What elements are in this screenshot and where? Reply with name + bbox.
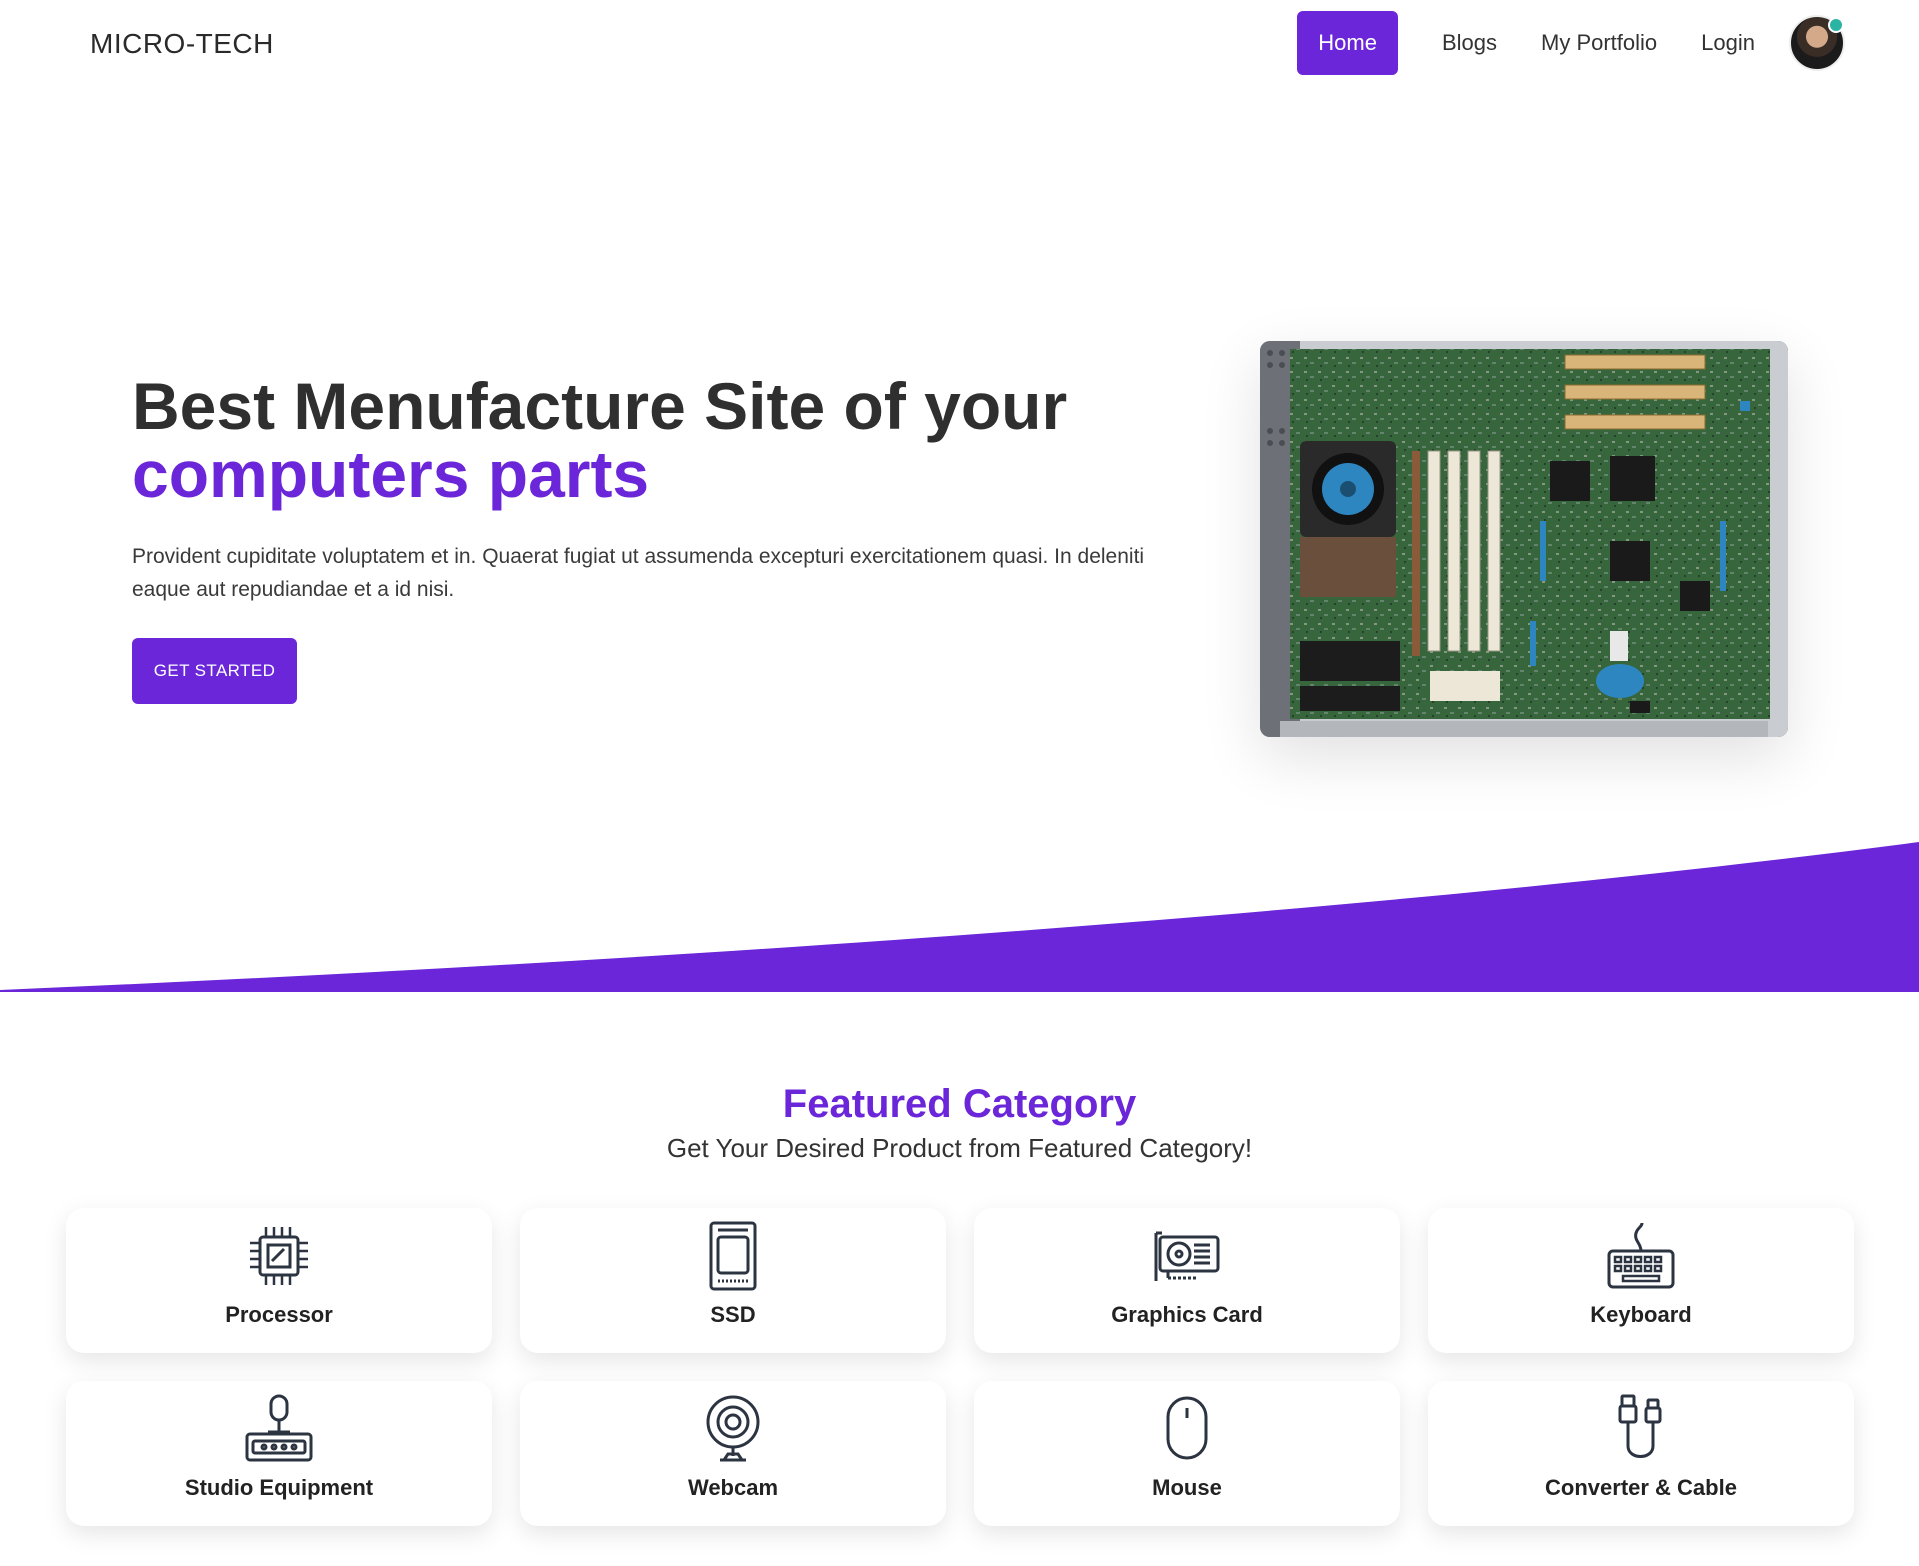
hero-title-highlight: computers parts [132, 437, 650, 511]
hero-title-line1: Best Menufacture Site of your [132, 369, 1068, 443]
category-label: Processor [225, 1302, 333, 1327]
featured-title: Featured Category [782, 1082, 1137, 1126]
nav-home-link[interactable]: Home [1297, 11, 1398, 75]
navbar: MICRO-TECH Home Blogs My Portfolio Login [0, 0, 1919, 92]
category-label: SSD [710, 1302, 756, 1327]
category-label: Graphics Card [1111, 1302, 1263, 1327]
hero-wave-divider [0, 842, 1919, 992]
studio-equipment-icon [243, 1393, 315, 1465]
category-card-graphics-card[interactable]: Graphics Card [974, 1208, 1400, 1353]
brand-logo[interactable]: MICRO-TECH [90, 28, 274, 60]
category-card-studio-equipment[interactable]: Studio Equipment [66, 1381, 492, 1526]
nav-links: Home Blogs My Portfolio Login [1297, 11, 1845, 75]
category-label: Webcam [687, 1475, 779, 1500]
nav-login-link[interactable]: Login [1679, 11, 1777, 75]
mouse-icon [1151, 1393, 1223, 1465]
category-label: Keyboard [1590, 1302, 1692, 1327]
cable-icon [1605, 1393, 1677, 1465]
motherboard-image [1260, 341, 1788, 737]
motherboard-illustration [1260, 341, 1788, 737]
category-label: Studio Equipment [184, 1475, 374, 1500]
category-card-ssd[interactable]: SSD [520, 1208, 946, 1353]
category-card-mouse[interactable]: Mouse [974, 1381, 1400, 1526]
user-avatar[interactable] [1789, 15, 1845, 71]
category-card-processor[interactable]: Processor [66, 1208, 492, 1353]
featured-subtitle: Get Your Desired Product from Featured C… [666, 1133, 1253, 1163]
hero-title: Best Menufacture Site of your computers … [132, 372, 1067, 508]
webcam-icon [697, 1393, 769, 1465]
category-card-keyboard[interactable]: Keyboard [1428, 1208, 1854, 1353]
category-grid: Processor SSD Graphics Card Keyboard Stu… [66, 1208, 1855, 1526]
graphics-card-icon [1151, 1220, 1223, 1292]
nav-blogs-link[interactable]: Blogs [1420, 11, 1519, 75]
category-card-webcam[interactable]: Webcam [520, 1381, 946, 1526]
processor-icon [243, 1220, 315, 1292]
ssd-icon [697, 1220, 769, 1292]
hero-description: Provident cupiditate voluptatem et in. Q… [132, 545, 1145, 601]
category-label: Mouse [1152, 1475, 1222, 1500]
category-label: Converter & Cable [1545, 1475, 1737, 1500]
get-started-button[interactable]: GET STARTED [132, 638, 297, 704]
keyboard-icon [1605, 1220, 1677, 1292]
nav-portfolio-link[interactable]: My Portfolio [1519, 11, 1679, 75]
category-card-converter-cable[interactable]: Converter & Cable [1428, 1381, 1854, 1526]
